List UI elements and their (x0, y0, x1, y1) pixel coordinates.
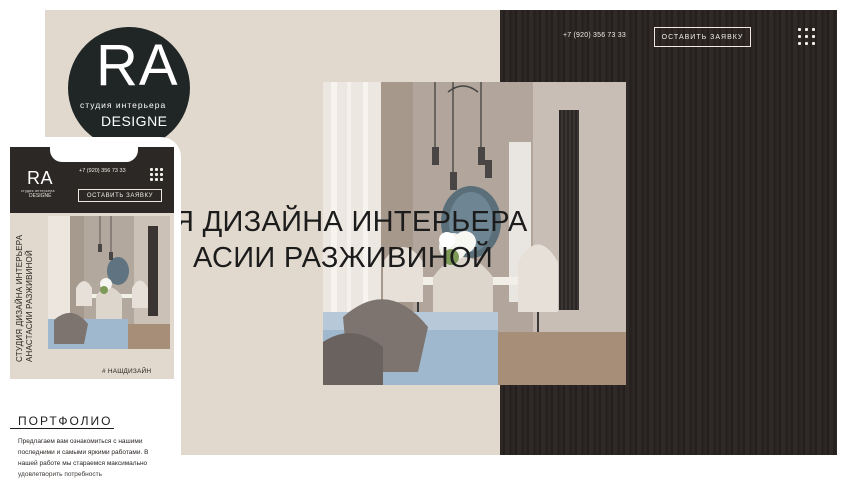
logo-mark: RA (96, 33, 179, 98)
mobile-logo-design-word: DESIGNE (29, 193, 52, 199)
header-phone-link[interactable]: +7 (920) 356 73 33 (563, 32, 626, 39)
mobile-interior-illustration (48, 216, 170, 349)
studio-logo[interactable]: RA студия интерьера DESIGNE (68, 27, 190, 149)
bottom-fade (0, 472, 181, 500)
menu-dots-icon[interactable] (798, 28, 815, 45)
mobile-leave-request-button[interactable]: ОСТАВИТЬ ЗАЯВКУ (78, 189, 162, 202)
mobile-vertical-title-line1: СТУДИЯ ДИЗАЙНА ИНТЕРЬЕРА (15, 234, 24, 362)
mobile-phone-link[interactable]: +7 (920) 356 73 33 (79, 168, 126, 174)
mobile-logo-mark[interactable]: RA (27, 169, 53, 187)
phone-notch (50, 146, 138, 162)
portfolio-heading: ПОРТФОЛИО (18, 414, 113, 428)
mobile-vertical-title: СТУДИЯ ДИЗАЙНА ИНТЕРЬЕРА АНАСТАСИИ РАЗЖИ… (15, 212, 35, 362)
interior-illustration (323, 82, 626, 385)
mockup-stage: RA студия интерьера DESIGNE +7 (920) 356… (0, 0, 847, 500)
mobile-mockup: RA студия интерьера DESIGNE +7 (920) 356… (0, 137, 181, 500)
mobile-vertical-title-line2: АНАСТАСИИ РАЗЖИВИНОЙ (25, 250, 34, 362)
mobile-screen: RA студия интерьера DESIGNE +7 (920) 356… (10, 146, 174, 379)
hashtag-link[interactable]: # НАШДИЗАЙН (102, 368, 151, 375)
logo-subtitle: студия интерьера (80, 100, 167, 110)
logo-design-word: DESIGNE (101, 113, 168, 129)
portfolio-underline (10, 428, 114, 429)
menu-dots-icon[interactable] (150, 168, 163, 181)
mobile-hero-photo (48, 216, 170, 349)
leave-request-button[interactable]: ОСТАВИТЬ ЗАЯВКУ (654, 27, 751, 47)
hero-interior-photo (323, 82, 626, 385)
